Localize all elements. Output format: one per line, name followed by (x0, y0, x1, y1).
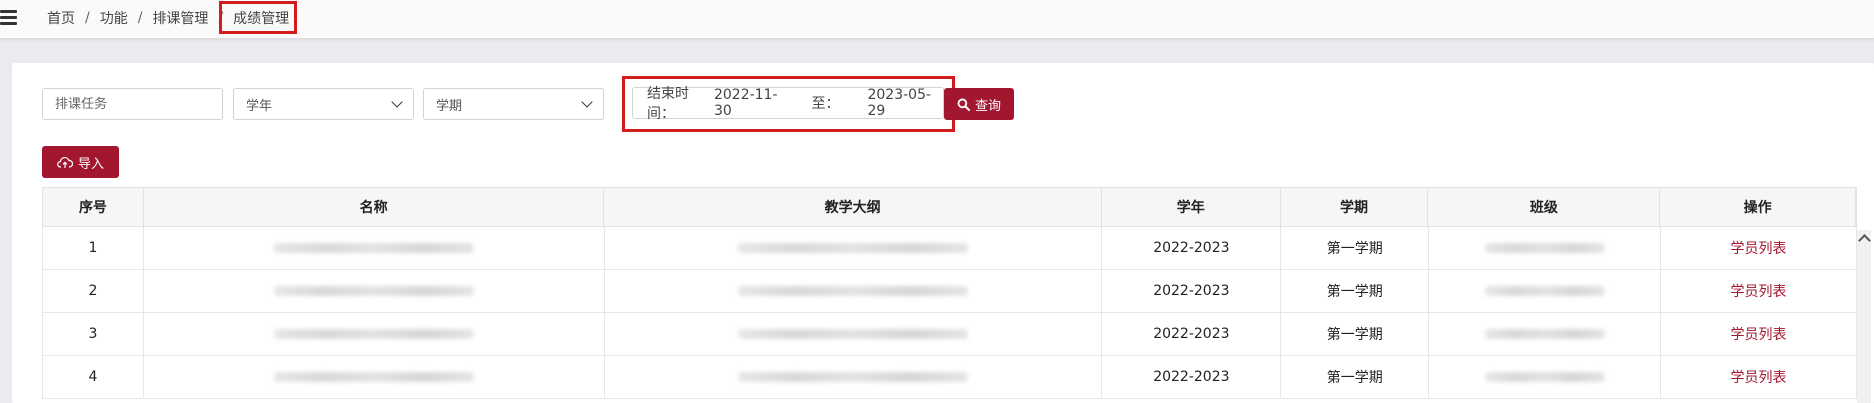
row-term: 第一学期 (1281, 356, 1430, 398)
row-name-blurred (144, 227, 605, 269)
breadcrumb-separator: / (137, 10, 143, 26)
student-list-link[interactable]: 学员列表 (1731, 367, 1787, 387)
student-list-link[interactable]: 学员列表 (1731, 281, 1787, 301)
row-class-blurred (1429, 356, 1662, 398)
table-row: 4 2022-2023 第一学期 学员列表 (42, 356, 1857, 399)
search-button-label: 查询 (974, 98, 1001, 114)
row-action-cell: 学员列表 (1661, 227, 1857, 269)
date-range-highlight-box: 结束时间： 2022-11-30 至： 2023-05-29 (622, 76, 955, 132)
row-syllabus-blurred (605, 313, 1103, 355)
student-list-link[interactable]: 学员列表 (1731, 324, 1787, 344)
row-index: 1 (43, 227, 144, 269)
row-year: 2022-2023 (1102, 313, 1282, 355)
grades-table: 序号 名称 教学大纲 学年 学期 班级 操作 1 2022-2023 第一学期 … (42, 187, 1857, 399)
main-panel: 学年 学期 结束时间： 2022-11-30 至： 2023-05-29 查询 … (12, 63, 1874, 403)
header-syllabus: 教学大纲 (604, 188, 1102, 226)
row-name-blurred (144, 270, 605, 312)
term-select-value: 学期 (436, 98, 463, 114)
row-year: 2022-2023 (1102, 356, 1282, 398)
end-date-value[interactable]: 2023-05-29 (867, 87, 943, 119)
breadcrumb-scheduling[interactable]: 排课管理 (152, 8, 208, 28)
row-index: 4 (43, 356, 144, 398)
chevron-down-icon (581, 96, 593, 108)
row-year: 2022-2023 (1102, 227, 1282, 269)
table-row: 3 2022-2023 第一学期 学员列表 (42, 313, 1857, 356)
header-index: 序号 (43, 188, 144, 226)
row-syllabus-blurred (605, 356, 1103, 398)
table-row: 2 2022-2023 第一学期 学员列表 (42, 270, 1857, 313)
table-scrollbar[interactable] (1857, 230, 1871, 403)
task-input[interactable] (43, 89, 222, 119)
row-name-blurred (144, 313, 605, 355)
to-label: 至： (811, 96, 840, 112)
hamburger-menu-icon[interactable] (0, 8, 18, 26)
header-term: 学期 (1281, 188, 1429, 226)
table-header: 序号 名称 教学大纲 学年 学期 班级 操作 (42, 187, 1857, 227)
header-name: 名称 (144, 188, 605, 226)
row-syllabus-blurred (605, 270, 1103, 312)
start-date-value[interactable]: 2022-11-30 (714, 87, 790, 119)
row-action-cell: 学员列表 (1661, 356, 1857, 398)
student-list-link[interactable]: 学员列表 (1731, 238, 1787, 258)
year-select-value: 学年 (246, 98, 273, 114)
row-name-blurred (144, 356, 605, 398)
import-button-label: 导入 (77, 156, 104, 172)
row-action-cell: 学员列表 (1661, 313, 1857, 355)
import-button[interactable]: 导入 (42, 146, 119, 178)
top-bar: 首页 / 功能 / 排课管理 / 成绩管理 (0, 0, 1874, 39)
end-time-label: 结束时间： (647, 86, 689, 122)
date-range-field[interactable]: 结束时间： 2022-11-30 至： 2023-05-29 (632, 86, 944, 122)
task-input-wrapper (42, 88, 223, 120)
header-year: 学年 (1102, 188, 1281, 226)
breadcrumb: 首页 / 功能 / 排课管理 / 成绩管理 (47, 0, 289, 36)
table-row: 1 2022-2023 第一学期 学员列表 (42, 227, 1857, 270)
breadcrumb-separator: / (218, 10, 224, 26)
year-select[interactable]: 学年 (233, 88, 414, 120)
scroll-up-arrow-icon[interactable] (1858, 234, 1871, 247)
row-class-blurred (1429, 227, 1662, 269)
row-term: 第一学期 (1281, 227, 1430, 269)
chevron-down-icon (391, 96, 403, 108)
row-term: 第一学期 (1281, 313, 1430, 355)
breadcrumb-home[interactable]: 首页 (47, 8, 75, 28)
search-button[interactable]: 查询 (944, 88, 1014, 120)
cloud-upload-icon (57, 156, 73, 168)
row-index: 2 (43, 270, 144, 312)
breadcrumb-current: 成绩管理 (233, 11, 290, 27)
header-action: 操作 (1660, 188, 1856, 226)
term-select[interactable]: 学期 (423, 88, 604, 120)
row-class-blurred (1429, 270, 1662, 312)
row-index: 3 (43, 313, 144, 355)
search-icon (957, 98, 970, 111)
row-term: 第一学期 (1281, 270, 1430, 312)
row-class-blurred (1429, 313, 1662, 355)
breadcrumb-function[interactable]: 功能 (100, 8, 128, 28)
header-class: 班级 (1428, 188, 1661, 226)
row-action-cell: 学员列表 (1661, 270, 1857, 312)
row-syllabus-blurred (605, 227, 1103, 269)
row-year: 2022-2023 (1102, 270, 1282, 312)
breadcrumb-separator: / (85, 10, 90, 26)
